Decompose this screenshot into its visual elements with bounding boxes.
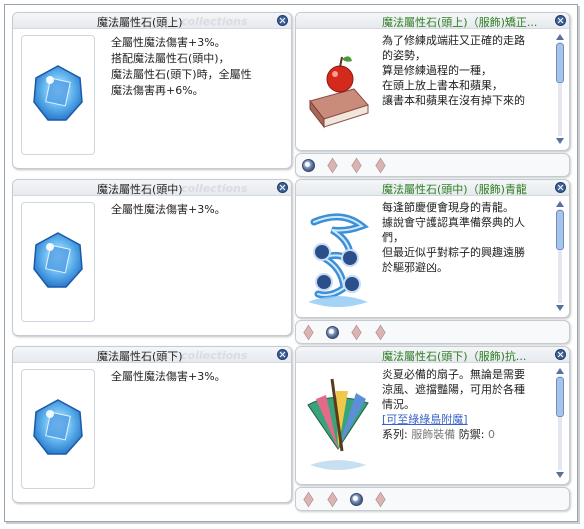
page-dot-icon[interactable] <box>327 491 338 508</box>
watermark-text: collections <box>181 182 248 195</box>
item-image-frame <box>21 202 95 322</box>
page-dot-icon[interactable] <box>375 491 386 508</box>
watermark-text: collections <box>181 15 248 28</box>
description-line: 讓書本和蘋果在沒有掉下來的 <box>382 94 525 107</box>
item-image-frame <box>21 35 95 155</box>
scroll-up-icon[interactable] <box>555 33 565 41</box>
title-bar[interactable]: 魔法屬性石(頭下)（服飾)抗... <box>296 347 569 363</box>
scrollbar[interactable] <box>555 200 565 312</box>
window-title: 魔法屬性石(頭下) <box>97 350 183 363</box>
left-item-window-3: 魔法屬性石(頭下) collections 全屬性魔法傷害+3%。 <box>12 346 292 503</box>
close-button[interactable] <box>555 349 566 360</box>
scroll-down-icon[interactable] <box>555 137 565 145</box>
description-line: 魔法屬性石(頭下)時，全屬性 <box>111 68 252 81</box>
description-line: 搭配魔法屬性石(頭中)， <box>111 52 230 65</box>
scroll-up-icon[interactable] <box>555 200 565 208</box>
page-dot-icon[interactable] <box>327 157 338 174</box>
page-indicator <box>295 320 570 344</box>
window-title: 魔法屬性石(頭中) <box>97 183 183 196</box>
description-line: 魔法傷害再+6%。 <box>111 84 204 97</box>
description-line: 每逢節慶便會現身的青龍。 <box>382 201 514 214</box>
scroll-thumb[interactable] <box>556 377 564 417</box>
page-dot-active-icon[interactable] <box>350 493 363 506</box>
window-title: 魔法屬性石(頭上)（服飾)矯正... <box>382 16 538 29</box>
description-line: 炎夏必備的扇子。無論是需要 <box>382 368 525 381</box>
series-label: 系列: <box>382 428 408 441</box>
item-description: 全屬性魔法傷害+3%。 搭配魔法屬性石(頭中)， 魔法屬性石(頭下)時，全屬性 … <box>111 35 283 99</box>
description-line: 為了修練成端莊又正確的走路 <box>382 34 525 47</box>
description-line: 的姿勢， <box>382 49 426 62</box>
description-line: 全屬性魔法傷害+3%。 <box>111 36 226 49</box>
close-button[interactable] <box>555 15 566 26</box>
title-bar[interactable]: 魔法屬性石(頭中) collections <box>13 180 291 196</box>
defense-label: 防禦: <box>458 428 485 441</box>
description-line: 們， <box>382 231 404 244</box>
blue-gem-icon <box>33 232 83 288</box>
description-line: 在頭上放上書本和蘋果， <box>382 79 503 92</box>
description-line: 全屬性魔法傷害+3%。 <box>111 203 226 216</box>
scroll-thumb[interactable] <box>556 43 564 83</box>
page-dot-active-icon[interactable] <box>326 326 339 339</box>
page-indicator <box>295 487 570 511</box>
description-line: 據說會守護認真準備祭典的人 <box>382 216 525 229</box>
page-indicator <box>295 153 570 177</box>
page-dot-icon[interactable] <box>351 157 362 174</box>
enchant-location-link[interactable]: [可至綠綠島附魔] <box>382 412 544 427</box>
scroll-down-icon[interactable] <box>555 471 565 479</box>
page-dot-active-icon[interactable] <box>302 159 315 172</box>
scrollbar[interactable] <box>555 33 565 145</box>
book-apple-icon <box>309 56 369 129</box>
title-bar[interactable]: 魔法屬性石(頭中)（服飾)青龍 <box>296 180 569 196</box>
close-button[interactable] <box>277 349 288 360</box>
title-bar[interactable]: 魔法屬性石(頭下) collections <box>13 347 291 363</box>
description-line: 情況。 <box>382 398 415 411</box>
defense-value: 0 <box>487 428 495 441</box>
description-line: 於驅邪避凶。 <box>382 261 448 274</box>
blue-gem-icon <box>33 65 83 121</box>
right-costume-window-3: 魔法屬性石(頭下)（服飾)抗... 炎夏必備的扇子。無論是需要 涼風、遮擋豔陽，… <box>295 346 570 485</box>
item-description: 每逢節慶便會現身的青龍。 據說會守護認真準備祭典的人 們， 但最近似乎對粽子的興… <box>382 200 544 275</box>
page-dot-icon[interactable] <box>303 491 314 508</box>
right-costume-window-1: 魔法屬性石(頭上)（服飾)矯正... 為了修練成端莊又正確的走路 的姿勢， 算是… <box>295 12 570 151</box>
window-title: 魔法屬性石(頭上) <box>97 16 183 29</box>
scroll-up-icon[interactable] <box>555 367 565 375</box>
page-dot-icon[interactable] <box>351 324 362 341</box>
paper-fan-icon <box>307 378 369 470</box>
item-description: 為了修練成端莊又正確的走路 的姿勢， 算是修練過程的一種， 在頭上放上書本和蘋果… <box>382 33 544 108</box>
item-description: 全屬性魔法傷害+3%。 <box>111 202 283 218</box>
item-description: 炎夏必備的扇子。無論是需要 涼風、遮擋豔陽，可用於各種 情況。 [可至綠綠島附魔… <box>382 367 544 442</box>
close-button[interactable] <box>277 15 288 26</box>
title-bar[interactable]: 魔法屬性石(頭上)（服飾)矯正... <box>296 13 569 29</box>
series-value: 服飾裝備 <box>411 428 456 441</box>
scrollbar[interactable] <box>555 367 565 479</box>
description-line: 但最近似乎對粽子的興趣遠勝 <box>382 246 525 259</box>
close-button[interactable] <box>555 182 566 193</box>
window-title: 魔法屬性石(頭下)（服飾)抗... <box>382 350 527 363</box>
page-dot-icon[interactable] <box>303 324 314 341</box>
description-line: 涼風、遮擋豔陽，可用於各種 <box>382 383 525 396</box>
item-meta-row: 系列: 服飾裝備 防禦: 0 <box>382 427 544 442</box>
blue-gem-icon <box>33 399 83 455</box>
item-description: 全屬性魔法傷害+3%。 <box>111 369 283 385</box>
close-button[interactable] <box>277 182 288 193</box>
right-costume-window-2: 魔法屬性石(頭中)（服飾)青龍 每逢節慶便會現身的青龍。 據說會守護認真準備祭典… <box>295 179 570 318</box>
item-image-frame <box>21 369 95 489</box>
window-title: 魔法屬性石(頭中)（服飾)青龍 <box>382 183 527 196</box>
left-item-window-2: 魔法屬性石(頭中) collections 全屬性魔法傷害+3%。 <box>12 179 292 336</box>
description-line: 算是修練過程的一種， <box>382 64 492 77</box>
page-dot-icon[interactable] <box>375 157 386 174</box>
page-dot-icon[interactable] <box>375 324 386 341</box>
title-bar[interactable]: 魔法屬性石(頭上) collections <box>13 13 291 29</box>
scroll-down-icon[interactable] <box>555 304 565 312</box>
scroll-thumb[interactable] <box>556 210 564 250</box>
blue-dragon-icon <box>308 213 370 307</box>
left-item-window-1: 魔法屬性石(頭上) collections 全屬性魔法傷害+3%。 搭配魔法屬性… <box>12 12 292 169</box>
watermark-text: collections <box>181 349 248 362</box>
description-line: 全屬性魔法傷害+3%。 <box>111 370 226 383</box>
